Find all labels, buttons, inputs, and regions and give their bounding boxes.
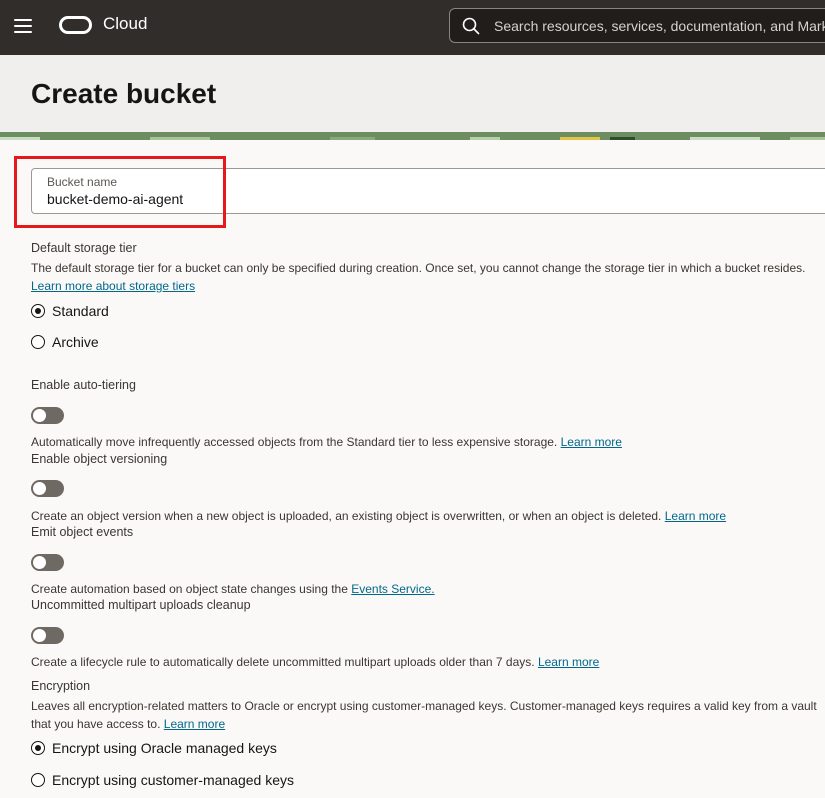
multipart-learn-more-link[interactable]: Learn more [538,655,599,669]
encryption-label: Encryption [31,679,91,693]
multipart-description: Create a lifecycle rule to automatically… [31,655,535,669]
page-title: Create bucket [31,78,217,109]
search-icon [462,17,480,35]
multipart-label: Uncommitted multipart uploads cleanup [31,598,251,612]
storage-tiers-link[interactable]: Learn more about storage tiers [31,279,195,293]
bucket-name-label: Bucket name [47,175,118,189]
versioning-description: Create an object version when a new obje… [31,509,662,523]
top-navigation-bar: Cloud Search resources, services, docume… [0,0,825,55]
radio-customer-managed-indicator[interactable] [31,773,45,787]
brand-label[interactable]: Cloud [103,14,147,34]
search-input[interactable]: Search resources, services, documentatio… [494,18,825,34]
radio-oracle-managed-label: Encrypt using Oracle managed keys [52,740,277,756]
page-header: Create bucket [0,55,825,132]
auto-tiering-toggle[interactable] [31,407,64,424]
versioning-learn-more-link[interactable]: Learn more [665,509,726,523]
versioning-toggle[interactable] [31,480,64,497]
radio-archive-indicator[interactable] [31,335,45,349]
auto-tiering-description: Automatically move infrequently accessed… [31,435,558,449]
create-bucket-form: Bucket name Default storage tier The def… [0,140,825,798]
versioning-label: Enable object versioning [31,452,168,466]
storage-tier-label: Default storage tier [31,241,137,255]
multipart-toggle[interactable] [31,627,64,644]
decorative-banner [0,132,825,140]
events-label: Emit object events [31,525,134,539]
bucket-name-field[interactable]: Bucket name [31,168,825,214]
radio-oracle-managed-keys[interactable]: Encrypt using Oracle managed keys [31,739,277,757]
search-box[interactable]: Search resources, services, documentatio… [449,8,825,43]
events-description: Create automation based on object state … [31,582,348,596]
radio-standard-indicator[interactable] [31,304,45,318]
encryption-description-line2: that you have access to. [31,717,161,731]
encryption-learn-more-link[interactable]: Learn more [164,717,225,731]
radio-oracle-managed-indicator[interactable] [31,741,45,755]
radio-archive-label: Archive [52,334,99,350]
events-toggle[interactable] [31,554,64,571]
hamburger-icon[interactable] [14,19,32,33]
encryption-description-line1: Leaves all encryption-related matters to… [31,699,817,713]
storage-tier-description: The default storage tier for a bucket ca… [31,261,806,275]
auto-tiering-learn-more-link[interactable]: Learn more [561,435,622,449]
events-service-link[interactable]: Events Service. [351,582,434,596]
radio-customer-managed-label: Encrypt using customer-managed keys [52,772,294,788]
radio-standard-label: Standard [52,303,109,319]
auto-tiering-label: Enable auto-tiering [31,378,136,392]
radio-customer-managed-keys[interactable]: Encrypt using customer-managed keys [31,771,294,789]
bucket-name-input[interactable] [47,191,747,207]
oracle-logo-icon[interactable] [59,16,92,34]
radio-standard[interactable]: Standard [31,302,109,320]
radio-archive[interactable]: Archive [31,333,99,351]
